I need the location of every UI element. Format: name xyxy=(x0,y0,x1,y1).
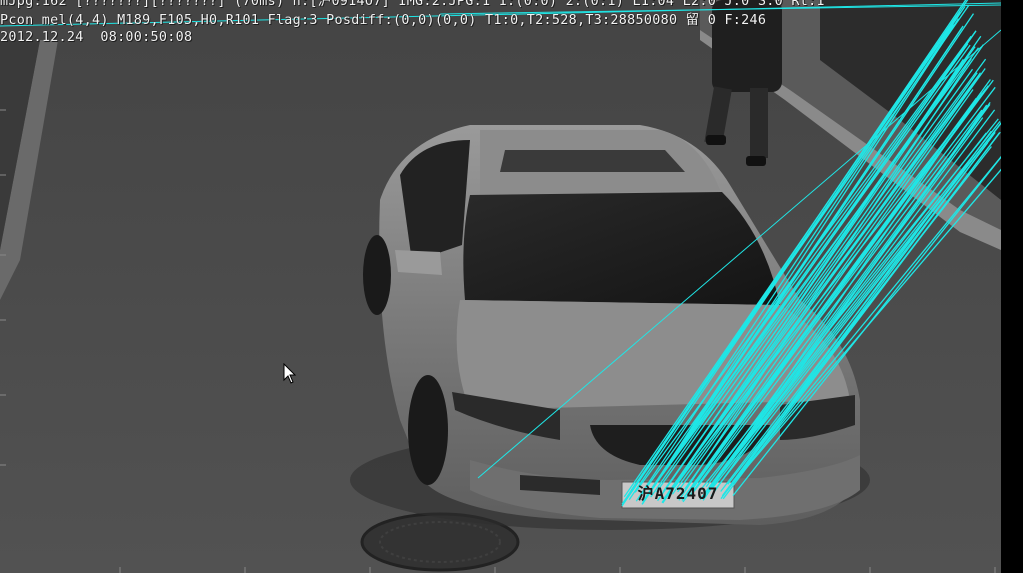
sunroof xyxy=(500,150,685,172)
traffic-camera-scene xyxy=(0,0,1001,573)
camera-frame: mJpg:162 [???????][???????] (70ms) h:[沪0… xyxy=(0,0,1023,573)
windshield xyxy=(463,192,780,305)
side-mirror xyxy=(395,250,442,275)
overlay-info-line-2: Pcon mel(4,4) M189,F105,H0,R101 Flag:3 P… xyxy=(0,13,767,28)
arrow-pointer-icon xyxy=(283,363,297,384)
overlay-info-line-1: mJpg:162 [???????][???????] (70ms) h:[沪0… xyxy=(0,0,825,9)
license-plate-text: 沪A72407 xyxy=(637,484,719,503)
right-black-border xyxy=(1001,0,1023,573)
overlay-timestamp: 2012.12.24 08:00:50:08 xyxy=(0,30,193,45)
